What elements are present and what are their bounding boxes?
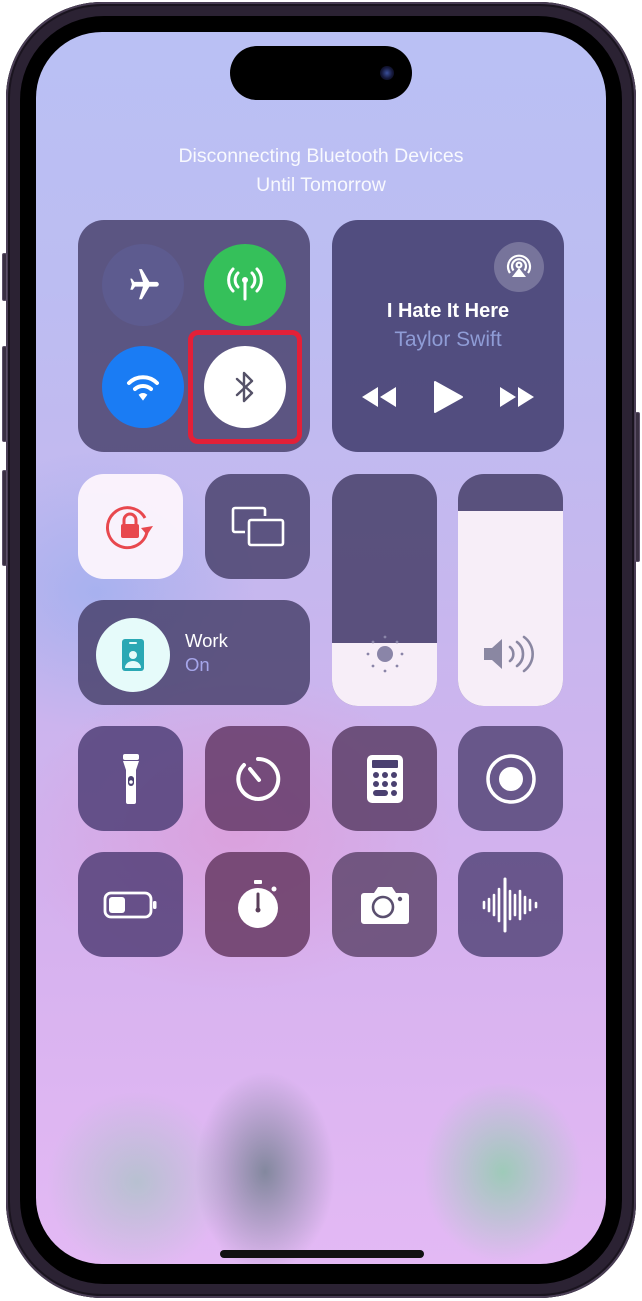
home-indicator[interactable]: [220, 1250, 424, 1258]
notice-line-1: Disconnecting Bluetooth Devices: [178, 145, 464, 167]
track-artist: Taylor Swift: [394, 328, 502, 351]
timer-button[interactable]: [205, 726, 310, 831]
wifi-toggle[interactable]: [102, 346, 184, 428]
media-controls: [332, 380, 564, 414]
action-button: [2, 253, 7, 301]
voice-memos-icon: [458, 852, 563, 957]
front-camera: [380, 66, 394, 80]
focus-icon-circle: [96, 618, 170, 692]
orientation-lock-toggle[interactable]: [78, 474, 183, 579]
volume-down-button: [2, 470, 7, 566]
airplane-icon: [130, 269, 159, 300]
bluetooth-status-notice: Disconnecting Bluetooth Devices Until To…: [36, 142, 606, 200]
fast-forward-button[interactable]: [498, 385, 536, 409]
camera-button[interactable]: [332, 852, 437, 957]
volume-up-button: [2, 346, 7, 442]
now-playing-module[interactable]: I Hate It Here Taylor Swift: [332, 220, 564, 452]
voice-memos-button[interactable]: [458, 852, 563, 957]
brightness-slider[interactable]: [332, 474, 437, 706]
low-power-mode-button[interactable]: [78, 852, 183, 957]
track-title: I Hate It Here: [386, 300, 510, 322]
orientation-lock-icon: [105, 505, 153, 549]
calculator-icon: [332, 726, 437, 831]
volume-slider-fill: [458, 511, 563, 706]
play-button[interactable]: [432, 380, 464, 414]
connectivity-module: [78, 220, 310, 452]
airplane-mode-toggle[interactable]: [102, 244, 184, 326]
screen-mirroring-button[interactable]: [205, 474, 310, 579]
brightness-sun-icon: [366, 635, 403, 673]
low-power-mode-icon: [78, 852, 183, 957]
cellular-antenna-icon: [227, 267, 263, 301]
focus-state: On: [185, 654, 210, 675]
flashlight-icon: [78, 726, 183, 831]
stopwatch-button[interactable]: [205, 852, 310, 957]
volume-slider[interactable]: [458, 474, 563, 706]
screen-recording-icon: [458, 726, 563, 831]
screen-mirroring-icon: [231, 506, 284, 546]
stopwatch-icon: [205, 852, 310, 957]
speaker-volume-icon: [483, 635, 534, 673]
bluetooth-highlight-box: [188, 330, 302, 444]
flashlight-button[interactable]: [78, 726, 183, 831]
work-badge-icon: [122, 639, 144, 671]
control-center-screen: Disconnecting Bluetooth Devices Until To…: [36, 32, 606, 1264]
volume-icon-wrap: [458, 632, 563, 676]
side-power-button: [635, 412, 640, 562]
calculator-button[interactable]: [332, 726, 437, 831]
brightness-icon-wrap: [332, 634, 437, 674]
camera-icon: [332, 852, 437, 957]
cellular-data-toggle[interactable]: [204, 244, 286, 326]
rewind-button[interactable]: [360, 385, 398, 409]
dynamic-island: [230, 46, 412, 100]
wifi-icon: [127, 375, 159, 401]
screen-recording-button[interactable]: [458, 726, 563, 831]
airplay-button[interactable]: [494, 242, 544, 292]
timer-icon: [205, 726, 310, 831]
airplay-audio-icon: [506, 254, 532, 277]
focus-work-button[interactable]: Work On: [78, 600, 310, 705]
focus-label: Work: [185, 630, 228, 651]
notice-line-2: Until Tomorrow: [256, 174, 386, 196]
